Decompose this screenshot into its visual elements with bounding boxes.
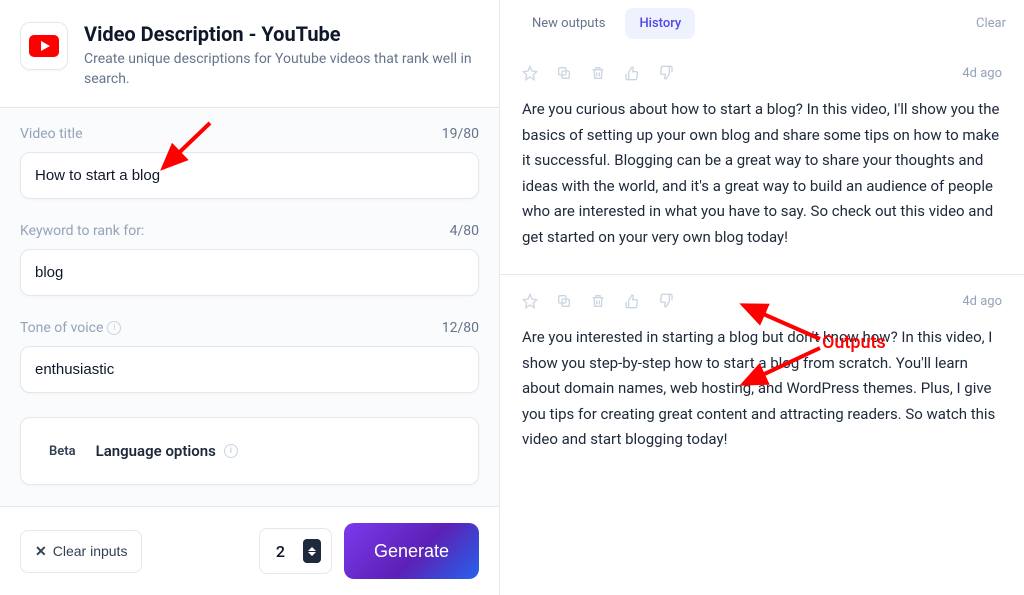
close-icon: ✕: [35, 543, 47, 560]
clear-outputs-link[interactable]: Clear: [976, 16, 1006, 31]
thumbs-down-icon[interactable]: [658, 293, 674, 309]
generate-button[interactable]: Generate: [344, 523, 479, 579]
output-timestamp: 4d ago: [962, 294, 1002, 309]
page-title: Video Description - YouTube: [84, 22, 479, 46]
trash-icon[interactable]: [590, 293, 606, 309]
video-title-label: Video title: [20, 126, 83, 142]
tone-counter: 12/80: [442, 320, 479, 336]
output-timestamp: 4d ago: [962, 66, 1002, 81]
keyword-input[interactable]: [20, 249, 479, 296]
language-options-label: Language options: [96, 442, 216, 460]
keyword-label: Keyword to rank for:: [20, 223, 144, 239]
tone-input[interactable]: [20, 346, 479, 393]
clear-inputs-label: Clear inputs: [53, 543, 128, 559]
clear-inputs-button[interactable]: ✕ Clear inputs: [20, 530, 142, 573]
star-icon[interactable]: [522, 65, 538, 81]
output-text: Are you interested in starting a blog bu…: [522, 325, 1002, 453]
info-icon: i: [224, 444, 238, 458]
star-icon[interactable]: [522, 293, 538, 309]
template-header: Video Description - YouTube Create uniqu…: [0, 0, 499, 107]
output-card: 4d ago Are you interested in starting a …: [500, 274, 1024, 477]
info-icon: i: [107, 321, 121, 335]
input-panel: Video Description - YouTube Create uniqu…: [0, 0, 500, 595]
thumbs-up-icon[interactable]: [624, 65, 640, 81]
field-tone: Tone of voice i 12/80: [20, 320, 479, 393]
tone-label: Tone of voice i: [20, 320, 121, 336]
thumbs-down-icon[interactable]: [658, 65, 674, 81]
tab-history[interactable]: History: [625, 8, 695, 39]
youtube-icon: [20, 22, 68, 70]
output-panel: New outputs History Clear 4d ago Are you…: [500, 0, 1024, 595]
page-subtitle: Create unique descriptions for Youtube v…: [84, 50, 479, 89]
field-video-title: Video title 19/80: [20, 126, 479, 199]
output-text: Are you curious about how to start a blo…: [522, 97, 1002, 250]
video-title-input[interactable]: [20, 152, 479, 199]
video-title-counter: 19/80: [442, 126, 479, 142]
quantity-stepper[interactable]: [303, 539, 321, 563]
form-footer: ✕ Clear inputs 2 Generate: [0, 506, 499, 595]
copy-icon[interactable]: [556, 65, 572, 81]
output-count-value: 2: [270, 542, 291, 561]
keyword-counter: 4/80: [450, 223, 479, 239]
outputs-list: 4d ago Are you curious about how to star…: [500, 47, 1024, 595]
output-card: 4d ago Are you curious about how to star…: [500, 47, 1024, 274]
tab-new-outputs[interactable]: New outputs: [518, 8, 619, 39]
trash-icon[interactable]: [590, 65, 606, 81]
beta-badge: Beta: [49, 444, 76, 459]
output-count-box: 2: [259, 528, 332, 574]
language-options-box[interactable]: Beta Language options i: [20, 417, 479, 485]
output-tabs: New outputs History Clear: [500, 0, 1024, 47]
copy-icon[interactable]: [556, 293, 572, 309]
thumbs-up-icon[interactable]: [624, 293, 640, 309]
field-keyword: Keyword to rank for: 4/80: [20, 223, 479, 296]
